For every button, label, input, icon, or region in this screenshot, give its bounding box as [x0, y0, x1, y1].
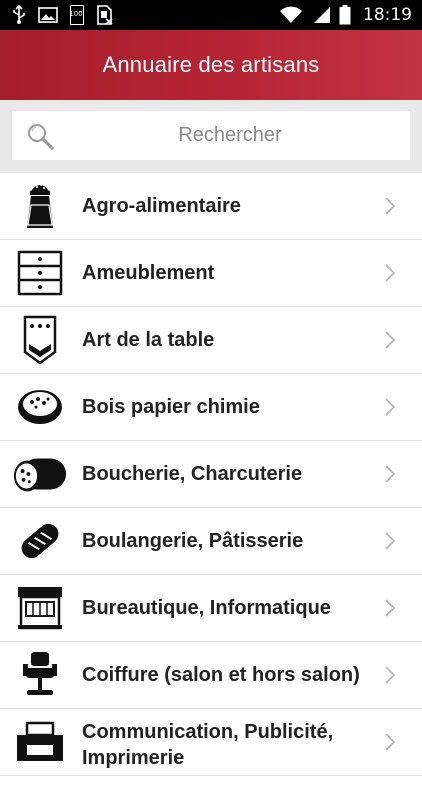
- chevron-right-icon: [385, 197, 396, 215]
- app-bar: Annuaire des artisans: [0, 30, 422, 100]
- list-item[interactable]: Coiffure (salon et hors salon): [0, 642, 422, 709]
- search-input[interactable]: [12, 123, 410, 148]
- list-item[interactable]: Boucherie, Charcuterie: [0, 441, 422, 508]
- category-list: Agro-alimentaire Ameublement Art de la t…: [0, 173, 422, 776]
- barber-chair-icon: [12, 649, 68, 701]
- category-label: Bureautique, Informatique: [82, 596, 331, 619]
- tablecloth-icon: [12, 314, 68, 366]
- battery-icon: [339, 5, 351, 25]
- chevron-right-icon: [385, 331, 396, 349]
- bread-icon: [12, 515, 68, 567]
- chevron-right-icon: [385, 532, 396, 550]
- shop-icon: [12, 582, 68, 634]
- list-item[interactable]: Ameublement: [0, 240, 422, 307]
- search-bar: [0, 100, 422, 173]
- category-label: Boucherie, Charcuterie: [82, 462, 303, 485]
- chevron-right-icon: [385, 733, 396, 751]
- category-label: Ameublement: [82, 261, 215, 284]
- printer-icon: [12, 716, 68, 768]
- clock: 18:19: [363, 5, 412, 25]
- list-item[interactable]: Boulangerie, Pâtisserie: [0, 508, 422, 575]
- list-item[interactable]: Bureautique, Informatique: [0, 575, 422, 642]
- list-item[interactable]: Agro-alimentaire: [0, 173, 422, 240]
- wifi-icon: [280, 6, 302, 23]
- chevron-right-icon: [385, 465, 396, 483]
- battery-100-icon: 100: [69, 5, 84, 25]
- signal-icon: [314, 7, 330, 23]
- chevron-right-icon: [385, 599, 396, 617]
- category-label: Boulangerie, Pâtisserie: [82, 529, 304, 552]
- category-label: Bois papier chimie: [82, 395, 260, 418]
- sim-icon: [97, 5, 113, 25]
- list-item[interactable]: Art de la table: [0, 307, 422, 374]
- page-title: Annuaire des artisans: [102, 52, 320, 77]
- category-label: Communication, Publicité, Imprimerie: [82, 721, 334, 769]
- list-item[interactable]: Communication, Publicité, Imprimerie: [0, 709, 422, 776]
- list-item[interactable]: Bois papier chimie: [0, 374, 422, 441]
- search-icon: [28, 124, 54, 150]
- chevron-right-icon: [385, 398, 396, 416]
- sausage-icon: [12, 448, 68, 500]
- salt-shaker-icon: [12, 180, 68, 232]
- chevron-right-icon: [385, 666, 396, 684]
- usb-icon: [13, 5, 25, 24]
- category-label: Agro-alimentaire: [82, 194, 241, 217]
- bowl-icon: [12, 381, 68, 433]
- battery-level-text: 100: [69, 10, 83, 18]
- status-bar: 100 18:19: [0, 0, 422, 30]
- chevron-right-icon: [385, 264, 396, 282]
- category-label: Art de la table: [82, 328, 215, 351]
- image-icon: [38, 7, 58, 23]
- category-label: Coiffure (salon et hors salon): [82, 663, 360, 686]
- dresser-icon: [12, 247, 68, 299]
- search-box[interactable]: [12, 111, 410, 160]
